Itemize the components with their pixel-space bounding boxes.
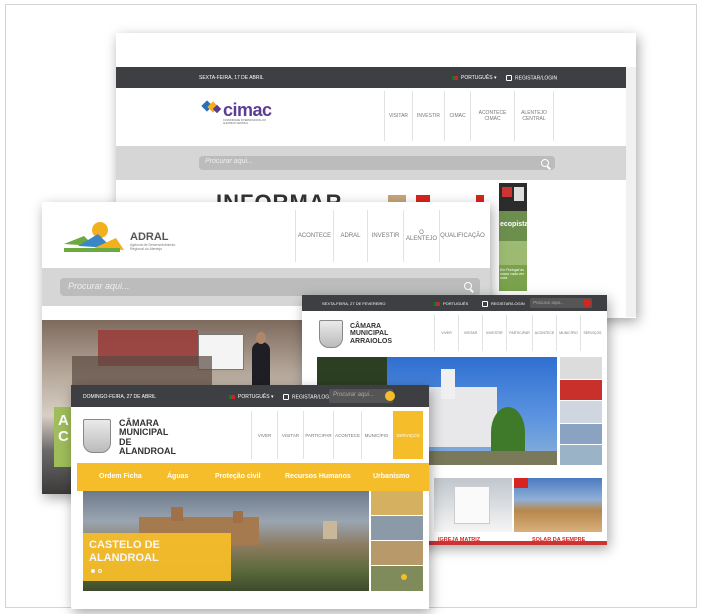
arraiolos-side-thumb-2[interactable] — [560, 380, 602, 400]
arraiolos-title[interactable]: CÂMARA MUNICIPAL ARRAIOLOS — [350, 323, 392, 345]
adral-search-input[interactable]: Procurar aqui... — [60, 278, 480, 296]
cimac-scrollbar[interactable] — [626, 67, 636, 317]
arraiolos-nav-viver[interactable]: VIVER — [434, 315, 458, 351]
cimac-language-select[interactable]: PORTUGUÊS ▾ — [452, 75, 497, 81]
alandroal-subnav-urbanismo[interactable]: Urbanismo — [373, 473, 410, 480]
alandroal-nav-municipio[interactable]: MUNICÍPIO — [361, 411, 391, 459]
adral-nav-alentejo[interactable]: O ALENTEJO — [403, 210, 439, 262]
alandroal-login-link[interactable]: REGISTAR/LOGIN — [283, 394, 334, 400]
arraiolos-side-thumb-5[interactable] — [560, 445, 602, 465]
cimac-login-link[interactable]: REGISTAR/LOGIN — [506, 75, 557, 81]
arraiolos-login-link[interactable]: REGISTAR/LOGIN — [482, 301, 525, 307]
arraiolos-nav-municipio[interactable]: MUNICÍPIO — [556, 315, 580, 351]
search-button[interactable] — [583, 299, 591, 307]
alandroal-nav-servicos[interactable]: SERVIÇOS — [393, 411, 423, 459]
alandroal-nav-participar[interactable]: PARTICIPAR — [303, 411, 333, 459]
portugal-flag-icon — [452, 75, 458, 80]
arraiolos-language-select[interactable]: PORTUGUÊS — [434, 301, 468, 306]
cimac-nav-investir[interactable]: INVESTIR — [412, 91, 444, 141]
arraiolos-card-solar[interactable] — [514, 478, 602, 532]
arraiolos-side-thumb-1[interactable] — [560, 357, 602, 379]
arraiolos-nav-acontece[interactable]: ACONTECE — [532, 315, 556, 351]
arraiolos-date: SEXTA-FEIRA, 27 DE FEVEREIRO — [322, 301, 386, 306]
alandroal-subnav-ordem[interactable]: Ordem Ficha — [99, 473, 142, 480]
adral-nav-investir[interactable]: INVESTIR — [367, 210, 403, 262]
arraiolos-crest-icon — [319, 320, 343, 348]
alandroal-nav-visitar[interactable]: VISITAR — [277, 411, 303, 459]
alandroal-crest-icon — [83, 419, 111, 453]
portugal-flag-icon — [434, 301, 440, 306]
alandroal-nav-viver[interactable]: VIVER — [251, 411, 277, 459]
alandroal-subnav-aguas[interactable]: Águas — [167, 473, 188, 480]
arraiolos-side-thumb-4[interactable] — [560, 424, 602, 444]
cimac-logo[interactable]: cimac COMUNIDADE INTERMUNICIPAL DO ALENT… — [201, 100, 281, 128]
cimac-logo-text: cimac — [223, 100, 272, 120]
arraiolos-search-input[interactable]: Procurar aqui... — [530, 298, 592, 308]
adral-logo-icon — [64, 222, 124, 252]
alandroal-hero-caption[interactable]: CASTELO DE ALANDROAL — [83, 533, 231, 581]
slide-dots[interactable] — [91, 569, 105, 574]
cimac-banner-map[interactable] — [499, 241, 527, 265]
cimac-logo-icon — [201, 100, 222, 114]
adral-logo-subtitle: Agência de Desenvolvimento Regional do A… — [130, 243, 176, 252]
alandroal-language-select[interactable]: PORTUGUÊS ▾ — [229, 394, 274, 400]
lock-icon — [482, 301, 488, 307]
arraiolos-nav-participar[interactable]: PARTICIPAR — [506, 315, 532, 351]
cimac-banner-casas[interactable]: Em Portugal as casas cada vez mais — [499, 265, 527, 291]
search-icon[interactable] — [541, 159, 549, 167]
arraiolos-side-thumb-3[interactable] — [560, 401, 602, 423]
alandroal-nav-acontece[interactable]: ACONTECE — [333, 411, 361, 459]
alandroal-screenshot: DOMINGO-FEIRA, 27 DE ABRIL PORTUGUÊS ▾ R… — [71, 385, 429, 609]
alandroal-search-input[interactable]: Procurar aqui... — [329, 389, 395, 403]
cimac-logo-subtitle: COMUNIDADE INTERMUNICIPAL DO ALENTEJO CE… — [223, 119, 267, 125]
cimac-nav-acontece[interactable]: ACONTECE CIMAC — [470, 91, 514, 141]
adral-nav-acontece[interactable]: ACONTECE — [295, 210, 333, 262]
cimac-date: SEXTA-FEIRA, 17 DE ABRIL — [199, 75, 264, 81]
cimac-nav-visitar[interactable]: VISITAR — [384, 91, 412, 141]
adral-logo-text[interactable]: ADRAL — [130, 231, 169, 243]
alandroal-subnav-rh[interactable]: Recursos Humanos — [285, 473, 351, 480]
alandroal-subnav-protecao[interactable]: Proteção civil — [215, 473, 261, 480]
alandroal-side-thumb-2[interactable] — [371, 516, 423, 540]
cimac-nav-cimac[interactable]: CIMAC — [444, 91, 470, 141]
arraiolos-nav-visitar[interactable]: VISITAR — [458, 315, 482, 351]
cimac-search-input[interactable]: Procurar aqui... — [199, 156, 555, 170]
lock-icon — [283, 394, 289, 400]
adral-nav-adral[interactable]: ADRAL — [333, 210, 367, 262]
alandroal-side-thumb-3[interactable] — [371, 541, 423, 565]
cimac-nav-alentejo[interactable]: ALENTEJO CENTRAL — [514, 91, 554, 141]
search-button[interactable] — [385, 391, 395, 401]
alandroal-side-thumb-1[interactable] — [371, 491, 423, 515]
cimac-side-banner-1[interactable] — [499, 183, 527, 211]
cimac-banner-ecopista[interactable]: ecopista — [499, 211, 528, 241]
alandroal-date: DOMINGO-FEIRA, 27 DE ABRIL — [83, 394, 157, 400]
arraiolos-nav-servicos[interactable]: SERVIÇOS — [580, 315, 604, 351]
alandroal-title[interactable]: CÂMARA MUNICIPAL DE ALANDROAL — [119, 418, 176, 457]
search-icon[interactable] — [464, 282, 472, 290]
portugal-flag-icon — [229, 394, 235, 399]
arraiolos-card-igreja[interactable] — [434, 478, 512, 532]
adral-nav-qualificacao[interactable]: QUALIFICAÇÃO — [439, 210, 485, 262]
alandroal-side-thumb-4[interactable] — [371, 566, 423, 591]
lock-icon — [506, 75, 512, 81]
collage-frame: SEXTA-FEIRA, 17 DE ABRIL PORTUGUÊS ▾ REG… — [5, 4, 697, 609]
arraiolos-nav-investir[interactable]: INVESTIR — [482, 315, 506, 351]
